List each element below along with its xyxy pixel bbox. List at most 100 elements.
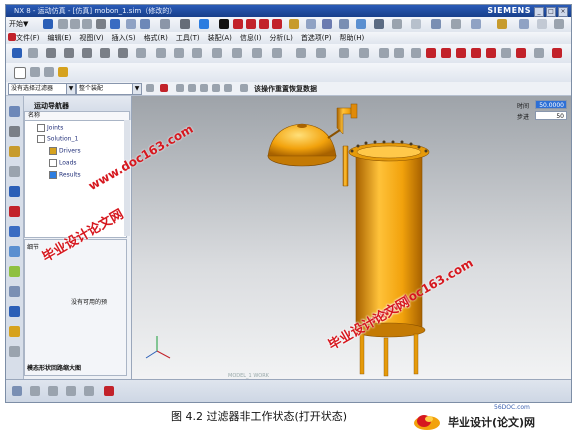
pause-icon[interactable] xyxy=(501,48,511,58)
spring-tool-icon[interactable] xyxy=(118,48,128,58)
trace-icon[interactable] xyxy=(431,19,441,29)
start-button[interactable]: 开始▼ xyxy=(9,19,28,29)
process-studio-icon[interactable] xyxy=(9,286,20,297)
snap-point-icon[interactable] xyxy=(146,84,154,92)
layer-icon[interactable] xyxy=(497,19,507,29)
select-icon[interactable] xyxy=(126,19,136,29)
part-navigator-icon[interactable] xyxy=(9,146,20,157)
marker-icon[interactable] xyxy=(306,19,316,29)
step-input[interactable]: 50 xyxy=(535,111,567,120)
grid-icon[interactable] xyxy=(30,67,40,77)
undo-icon[interactable] xyxy=(110,19,120,29)
menu-edit[interactable]: 编辑(E) xyxy=(48,33,72,43)
stop-gray-icon[interactable] xyxy=(411,48,421,58)
history-icon[interactable] xyxy=(9,246,20,257)
solver-icon[interactable] xyxy=(322,19,332,29)
force-icon[interactable] xyxy=(192,48,202,58)
close-button[interactable]: × xyxy=(558,7,568,17)
nav-right-icon[interactable] xyxy=(394,48,404,58)
tree-node-results[interactable]: Results xyxy=(49,171,81,179)
box-select-icon[interactable] xyxy=(224,84,232,92)
animation-icon[interactable] xyxy=(339,19,349,29)
motion-body-icon[interactable] xyxy=(233,19,243,29)
checkbox-icon[interactable] xyxy=(37,124,45,132)
loop-icon[interactable] xyxy=(534,48,544,58)
reuse-library-icon[interactable] xyxy=(9,186,20,197)
copy-icon[interactable] xyxy=(70,19,80,29)
function-icon[interactable] xyxy=(46,48,56,58)
menu-file[interactable]: 文件(F) xyxy=(16,33,40,43)
menu-insert[interactable]: 插入(S) xyxy=(112,33,136,43)
snap-icon[interactable] xyxy=(44,67,54,77)
sensor-icon[interactable] xyxy=(339,48,349,58)
driver-icon[interactable] xyxy=(272,19,282,29)
curve-icon[interactable] xyxy=(82,48,92,58)
hd3d-icon[interactable] xyxy=(9,206,20,217)
point-snap-icon[interactable] xyxy=(176,84,184,92)
damper-icon[interactable] xyxy=(136,48,146,58)
first-frame-icon[interactable] xyxy=(426,48,436,58)
scope-select[interactable]: 整个装配 ▼ xyxy=(76,83,142,95)
menu-analysis[interactable]: 分析(L) xyxy=(269,33,292,43)
wcs-icon[interactable] xyxy=(219,19,229,29)
select-all-icon[interactable] xyxy=(160,84,168,92)
explode-icon[interactable] xyxy=(84,386,94,396)
move-icon[interactable] xyxy=(48,386,58,396)
motion-navigator-tab-icon[interactable] xyxy=(9,106,20,117)
help-icon[interactable] xyxy=(58,67,68,77)
end-snap-icon[interactable] xyxy=(188,84,196,92)
target-icon[interactable] xyxy=(316,48,326,58)
manufacturing-wizard-icon[interactable] xyxy=(9,346,20,357)
nav-left-icon[interactable] xyxy=(379,48,389,58)
cam-icon[interactable] xyxy=(272,48,282,58)
export-icon[interactable] xyxy=(471,19,481,29)
roles-icon[interactable] xyxy=(9,306,20,317)
sketch-icon[interactable] xyxy=(64,48,74,58)
play-icon[interactable] xyxy=(471,48,481,58)
connector-icon[interactable] xyxy=(259,19,269,29)
new-icon[interactable] xyxy=(14,67,26,79)
component-icon[interactable] xyxy=(30,386,40,396)
mate-icon[interactable] xyxy=(66,386,76,396)
packaging-icon[interactable] xyxy=(374,19,384,29)
view-icon[interactable] xyxy=(160,19,170,29)
fit-view-icon[interactable] xyxy=(140,19,150,29)
step-back-icon[interactable] xyxy=(441,48,451,58)
tree-node-joints[interactable]: Joints xyxy=(37,124,63,132)
play-back-icon[interactable] xyxy=(456,48,466,58)
graph-icon[interactable] xyxy=(356,19,366,29)
ruler-icon[interactable] xyxy=(537,19,547,29)
maximize-button[interactable]: □ xyxy=(546,7,556,17)
stop-icon[interactable] xyxy=(552,48,562,58)
menu-preferences[interactable]: 首选项(P) xyxy=(301,33,332,43)
center-snap-icon[interactable] xyxy=(212,84,220,92)
constraint-icon[interactable] xyxy=(252,48,262,58)
bushing-icon[interactable] xyxy=(156,48,166,58)
motion-body-tool-icon[interactable] xyxy=(12,48,22,58)
time-input[interactable]: 50.0000 xyxy=(535,100,567,109)
save-icon[interactable] xyxy=(43,19,53,29)
point-icon[interactable] xyxy=(296,48,306,58)
menu-help[interactable]: 帮助(H) xyxy=(340,33,365,43)
last-frame-icon[interactable] xyxy=(516,48,526,58)
torque-icon[interactable] xyxy=(212,48,222,58)
paste-icon[interactable] xyxy=(82,19,92,29)
step-forward-icon[interactable] xyxy=(486,48,496,58)
minimize-button[interactable]: _ xyxy=(534,7,544,17)
app-menu-icon[interactable] xyxy=(8,33,16,41)
mid-snap-icon[interactable] xyxy=(200,84,208,92)
menu-view[interactable]: 视图(V) xyxy=(79,33,103,43)
filter-select[interactable]: 没有选择过滤器 ▼ xyxy=(8,83,76,95)
cut-icon[interactable] xyxy=(58,19,68,29)
tree-node-loads[interactable]: Loads xyxy=(49,159,77,167)
assembly-icon[interactable] xyxy=(12,386,22,396)
table-icon[interactable] xyxy=(411,19,421,29)
menu-tools[interactable]: 工具(T) xyxy=(176,33,200,43)
system-materials-icon[interactable] xyxy=(9,266,20,277)
assembly-navigator-icon[interactable] xyxy=(9,126,20,137)
vector-icon[interactable] xyxy=(232,48,242,58)
joint-icon[interactable] xyxy=(246,19,256,29)
layer-select-icon[interactable] xyxy=(240,84,248,92)
menu-assembly[interactable]: 装配(A) xyxy=(208,33,232,43)
joint-tool-icon[interactable] xyxy=(28,48,38,58)
